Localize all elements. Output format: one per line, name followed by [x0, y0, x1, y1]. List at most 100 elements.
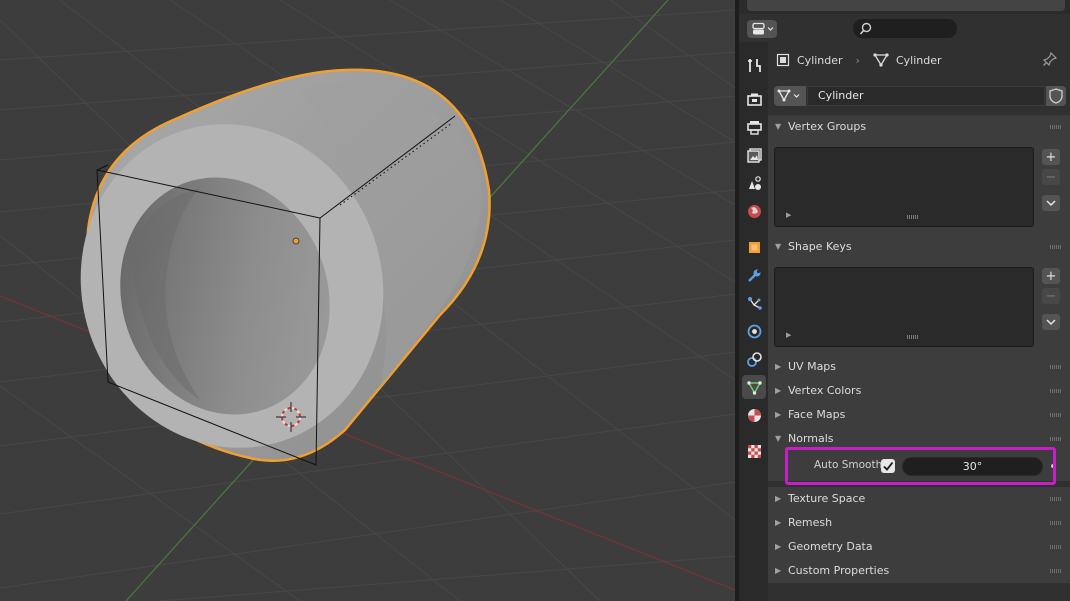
- view-layer-icon: [746, 147, 762, 163]
- header-strip: [739, 0, 1070, 14]
- panel-collapsed-icon: ▶: [775, 494, 782, 503]
- editor-type-icon: [752, 22, 774, 35]
- object-icon: [748, 241, 760, 253]
- editor-type-button[interactable]: [747, 20, 777, 38]
- panel-face-maps[interactable]: ▶ Face Maps: [768, 403, 1070, 427]
- panel-collapsed-icon: ▶: [775, 386, 782, 395]
- properties-header: [739, 14, 1070, 42]
- panel-vertex-colors[interactable]: ▶ Vertex Colors: [768, 379, 1070, 403]
- datablock-browse-button[interactable]: [774, 86, 806, 106]
- properties-editor: Cylinder › Cylinder Cylinder ▼ Vertex Gr…: [739, 0, 1070, 601]
- panel-vertex-groups[interactable]: ▼ Vertex Groups: [768, 115, 1070, 139]
- tab-particles[interactable]: [742, 291, 766, 315]
- panel-texture-space[interactable]: ▶ Texture Space: [768, 487, 1070, 511]
- search-icon: [859, 22, 872, 35]
- breadcrumb: Cylinder › Cylinder: [776, 52, 942, 68]
- panel-shape-keys[interactable]: ▼ Shape Keys: [768, 235, 1070, 259]
- particles-icon: [747, 296, 762, 310]
- drag-handle-icon[interactable]: [1050, 365, 1062, 369]
- drag-handle-icon[interactable]: [1050, 245, 1062, 249]
- vertex-groups-body: ▶ + −: [768, 139, 1070, 235]
- highlight-box: [785, 447, 1056, 485]
- drag-handle-icon[interactable]: [1050, 521, 1062, 525]
- tab-view-layer[interactable]: [742, 143, 766, 167]
- tab-scene[interactable]: [742, 171, 766, 195]
- shield-icon: [1049, 88, 1063, 104]
- constraints-icon: [746, 351, 762, 367]
- vertex-group-specials-button[interactable]: [1042, 195, 1060, 211]
- datablock-name-field[interactable]: Cylinder: [807, 86, 1045, 106]
- 3d-viewport[interactable]: [0, 0, 735, 601]
- mesh-data-icon: [873, 53, 889, 67]
- panel-title: Remesh: [788, 516, 833, 529]
- drag-handle-icon[interactable]: [1050, 125, 1062, 129]
- tab-world[interactable]: [742, 199, 766, 223]
- shape-keys-list[interactable]: ▶: [774, 267, 1034, 347]
- properties-tabs: [739, 42, 768, 601]
- tab-tool[interactable]: [742, 53, 766, 77]
- panel-expanded-icon: ▼: [775, 122, 782, 131]
- tab-object[interactable]: [742, 235, 766, 259]
- viewport-scene[interactable]: [0, 0, 735, 601]
- panel-expanded-icon: ▼: [775, 434, 782, 443]
- panel-uv-maps[interactable]: ▶ UV Maps: [768, 355, 1070, 379]
- panel-title: UV Maps: [788, 360, 837, 373]
- breadcrumb-object[interactable]: Cylinder: [797, 54, 843, 67]
- pin-icon[interactable]: [1043, 52, 1057, 66]
- tab-modifiers[interactable]: [742, 263, 766, 287]
- tab-render[interactable]: [742, 87, 766, 111]
- shape-keys-body: ▶ + −: [768, 259, 1070, 355]
- list-expand-icon[interactable]: ▶: [786, 331, 791, 339]
- mesh-data-icon: [777, 89, 800, 102]
- tab-material[interactable]: [742, 403, 766, 427]
- remove-vertex-group-button[interactable]: −: [1042, 169, 1060, 185]
- tab-constraints[interactable]: [742, 347, 766, 371]
- mesh-data-icon: [746, 380, 762, 395]
- remove-shape-key-button[interactable]: −: [1042, 288, 1060, 304]
- object-icon: [776, 53, 790, 67]
- chevron-down-icon: [1046, 200, 1056, 207]
- panel-title: Face Maps: [788, 408, 846, 421]
- panel-title: Vertex Colors: [788, 384, 862, 397]
- tab-data[interactable]: [742, 375, 766, 399]
- panel-remesh[interactable]: ▶ Remesh: [768, 511, 1070, 535]
- drag-handle-icon[interactable]: [1050, 413, 1062, 417]
- output-icon: [746, 120, 762, 135]
- list-resize-icon[interactable]: [907, 215, 919, 219]
- breadcrumb-mesh[interactable]: Cylinder: [896, 54, 942, 67]
- panel-title: Vertex Groups: [788, 120, 867, 133]
- physics-icon: [747, 324, 761, 338]
- material-icon: [747, 408, 761, 422]
- scene-icon: [748, 175, 761, 190]
- list-resize-icon[interactable]: [907, 335, 919, 339]
- add-shape-key-button[interactable]: +: [1042, 268, 1060, 284]
- wrench-icon: [747, 269, 760, 282]
- panel-custom-properties[interactable]: ▶ Custom Properties: [768, 559, 1070, 583]
- texture-icon: [747, 444, 761, 458]
- search-input[interactable]: [853, 19, 957, 38]
- panel-geometry-data[interactable]: ▶ Geometry Data: [768, 535, 1070, 559]
- drag-handle-icon[interactable]: [1050, 497, 1062, 501]
- shape-key-specials-button[interactable]: [1042, 314, 1060, 330]
- drag-handle-icon[interactable]: [1050, 437, 1062, 441]
- drag-handle-icon[interactable]: [1050, 569, 1062, 573]
- fake-user-button[interactable]: [1046, 86, 1066, 106]
- panel-collapsed-icon: ▶: [775, 410, 782, 419]
- tab-physics[interactable]: [742, 319, 766, 343]
- chevron-down-icon: [1046, 319, 1056, 326]
- vertex-groups-list[interactable]: ▶: [774, 147, 1034, 227]
- drag-handle-icon[interactable]: [1050, 545, 1062, 549]
- list-expand-icon[interactable]: ▶: [786, 211, 791, 219]
- panel-collapsed-icon: ▶: [775, 518, 782, 527]
- properties-content: Cylinder › Cylinder Cylinder ▼ Vertex Gr…: [768, 42, 1070, 601]
- mesh-datablock-selector: Cylinder: [774, 86, 1066, 106]
- cylinder-object[interactable]: [39, 68, 491, 488]
- add-vertex-group-button[interactable]: +: [1042, 149, 1060, 165]
- render-icon: [746, 93, 762, 106]
- drag-handle-icon[interactable]: [1050, 389, 1062, 393]
- tab-texture[interactable]: [742, 439, 766, 463]
- object-origin[interactable]: [292, 237, 300, 245]
- tab-output[interactable]: [742, 115, 766, 139]
- panel-title: Custom Properties: [788, 564, 890, 577]
- panel-collapsed-icon: ▶: [775, 362, 782, 371]
